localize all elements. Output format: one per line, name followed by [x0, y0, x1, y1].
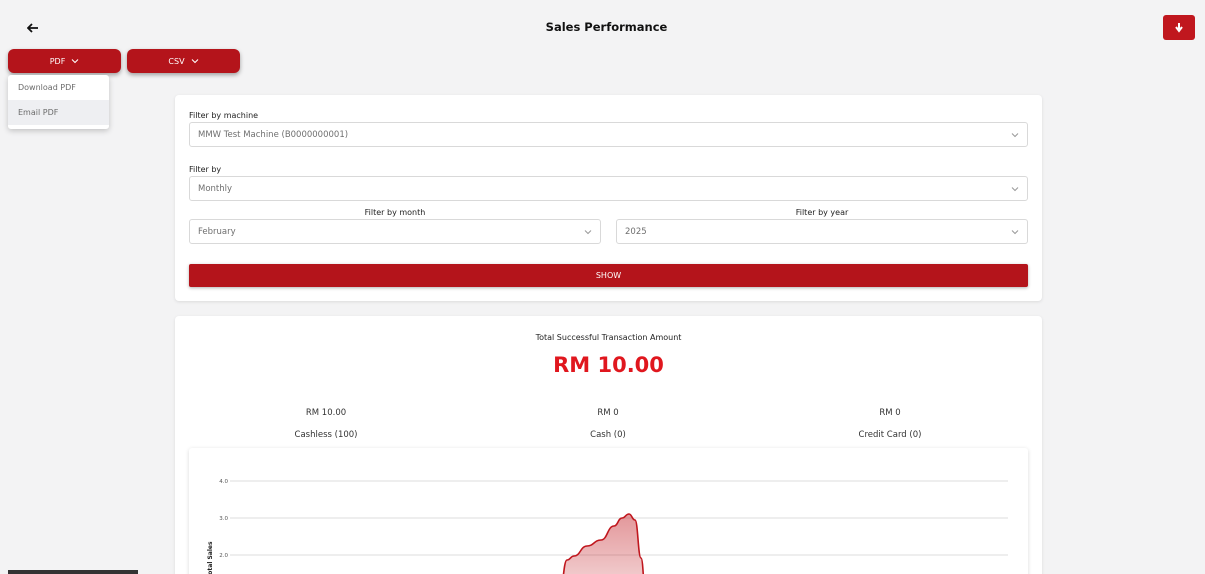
month-select-value: February: [198, 226, 236, 237]
y-tick-label: 2.0: [219, 553, 228, 559]
stat-cash-amount: RM 0: [597, 408, 619, 418]
stat-cashless: RM 10.00 Cashless (100): [226, 408, 426, 440]
arrow-down-icon: [1175, 22, 1183, 33]
show-button[interactable]: SHOW: [189, 264, 1028, 287]
stat-credit-card-name: Credit Card (0): [858, 430, 922, 440]
sales-chart-svg: 4.0 3.0 2.0 Total Sales: [207, 479, 1008, 574]
stat-credit-card: RM 0 Credit Card (0): [790, 408, 990, 440]
download-pdf-item[interactable]: Download PDF: [8, 75, 109, 100]
month-filter-label: Filter by month: [364, 208, 426, 217]
email-pdf-item[interactable]: Email PDF: [8, 100, 109, 125]
stat-cashless-amount: RM 10.00: [305, 408, 347, 418]
machine-filter-label: Filter by machine: [189, 111, 259, 120]
chevron-down-icon: [191, 59, 198, 64]
filter-by-label: Filter by: [189, 165, 222, 174]
stat-credit-card-amount: RM 0: [879, 408, 901, 418]
pdf-export-button[interactable]: PDF: [8, 49, 121, 73]
total-amount-value: RM 10.00: [553, 353, 664, 377]
filter-by-value: Monthly: [198, 183, 233, 194]
stat-cash: RM 0 Cash (0): [508, 408, 708, 440]
year-select-value: 2025: [625, 226, 647, 237]
y-tick-label: 3.0: [219, 516, 228, 522]
stat-cash-name: Cash (0): [590, 430, 626, 440]
chevron-down-icon: [1011, 133, 1019, 138]
machine-select-value: MMW Test Machine (B0000000001): [198, 129, 349, 140]
year-filter-label: Filter by year: [795, 208, 849, 217]
stat-cashless-name: Cashless (100): [294, 430, 358, 440]
filter-by-select[interactable]: Monthly: [189, 176, 1028, 201]
chevron-down-icon: [71, 59, 79, 64]
machine-select[interactable]: MMW Test Machine (B0000000001): [189, 122, 1028, 147]
y-tick-label: 4.0: [219, 479, 228, 485]
pdf-dropdown-menu: Download PDF Email PDF: [8, 75, 109, 129]
chevron-down-icon: [1011, 230, 1019, 235]
page-title: Sales Performance: [545, 20, 668, 34]
download-button[interactable]: [1163, 15, 1195, 40]
sales-area: [563, 514, 644, 574]
month-select[interactable]: February: [189, 219, 601, 244]
csv-export-button[interactable]: CSV: [127, 49, 240, 73]
chevron-down-icon: [1011, 187, 1019, 192]
top-bar: Sales Performance: [8, 8, 1205, 48]
sales-chart: 4.0 3.0 2.0 Total Sales: [189, 448, 1028, 574]
chevron-down-icon: [584, 230, 592, 235]
summary-card: Total Successful Transaction Amount RM 1…: [175, 316, 1042, 574]
taskbar-fragment: [8, 570, 138, 574]
csv-export-label: CSV: [168, 56, 185, 66]
filter-card: Filter by machine MMW Test Machine (B000…: [175, 95, 1042, 301]
total-amount-label: Total Successful Transaction Amount: [535, 333, 682, 342]
y-axis-label: Total Sales: [207, 541, 214, 574]
pdf-export-label: PDF: [49, 56, 66, 66]
year-select[interactable]: 2025: [616, 219, 1028, 244]
